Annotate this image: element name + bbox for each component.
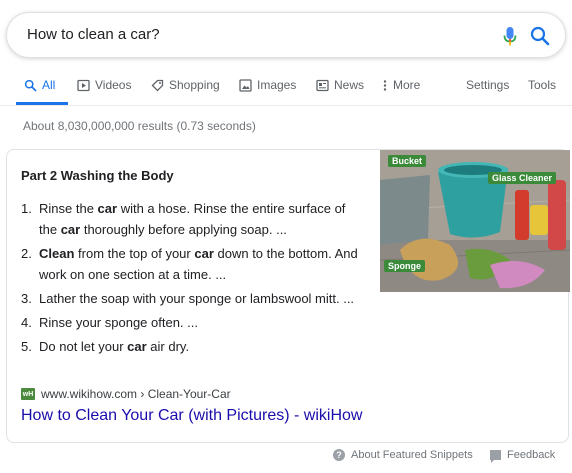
highlighted-term: car — [127, 339, 147, 354]
step-text: Clean from the top of your car down to t… — [21, 243, 361, 285]
tag-icon — [151, 79, 164, 92]
help-icon: ? — [333, 449, 345, 461]
search-tabs: All Videos Shopping Images News More Set… — [0, 70, 572, 106]
tab-videos[interactable]: Videos — [77, 78, 131, 104]
tab-news[interactable]: News — [316, 78, 364, 104]
step-text-segment: thoroughly before applying soap. ... — [80, 222, 287, 237]
step-text: Do not let your car air dry. — [21, 336, 361, 357]
wikihow-favicon: wH — [21, 388, 35, 400]
about-featured-snippets[interactable]: ? About Featured Snippets — [333, 447, 473, 463]
highlighted-term: car — [194, 246, 214, 261]
tab-label: All — [42, 78, 56, 92]
step-text-segment: Lather the soap with your sponge or lamb… — [39, 291, 355, 306]
snippet-image[interactable]: Bucket Glass Cleaner Sponge — [380, 150, 570, 292]
step-number: 5. — [21, 339, 32, 354]
tools-link[interactable]: Tools — [528, 78, 556, 104]
snippet-title: Part 2 Washing the Body — [21, 168, 174, 183]
step-number: 3. — [21, 291, 32, 306]
settings-label: Settings — [466, 78, 510, 92]
step-text-segment: Do not let your — [39, 339, 128, 354]
snippet-step: 3. Lather the soap with your sponge or la… — [21, 288, 361, 309]
highlighted-term: Clean — [39, 246, 75, 261]
step-number: 1. — [21, 201, 32, 216]
tab-images[interactable]: Images — [239, 78, 296, 104]
tab-label: Shopping — [169, 78, 220, 92]
step-text: Rinse your sponge often. ... — [21, 312, 361, 333]
snippet-step: 4. Rinse your sponge often. ... — [21, 312, 361, 333]
feedback-link[interactable]: Feedback — [490, 447, 555, 463]
highlighted-term: car — [97, 201, 118, 216]
result-stats: About 8,030,000,000 results (0.73 second… — [23, 119, 256, 133]
search-input[interactable]: How to clean a car? — [27, 26, 160, 43]
tab-label: Images — [257, 78, 297, 92]
search-box[interactable]: How to clean a car? — [6, 12, 566, 58]
tabs-divider — [0, 105, 572, 106]
tab-label: More — [393, 78, 421, 92]
tab-all[interactable]: All — [24, 78, 55, 104]
snippet-step: 2. Clean from the top of your car down to… — [21, 243, 361, 285]
step-text: Rinse the car with a hose. Rinse the ent… — [21, 198, 361, 240]
tab-shopping[interactable]: Shopping — [151, 78, 220, 104]
step-text: Lather the soap with your sponge or lamb… — [21, 288, 361, 309]
step-text-segment: from the top of your — [74, 246, 195, 261]
snippet-step: 1. Rinse the car with a hose. Rinse the e… — [21, 198, 361, 240]
image-icon — [239, 79, 252, 92]
tab-label: News — [334, 78, 365, 92]
microphone-icon[interactable] — [503, 26, 517, 48]
image-label-sponge: Sponge — [384, 260, 425, 272]
tab-label: Videos — [95, 78, 132, 92]
news-icon — [316, 79, 329, 92]
about-featured-snippets-label: About Featured Snippets — [351, 449, 473, 461]
search-icon[interactable] — [529, 25, 551, 47]
snippet-steps-list: 1. Rinse the car with a hose. Rinse the e… — [21, 198, 361, 360]
featured-snippet-card: Part 2 Washing the Body 1. Rinse the car … — [6, 149, 570, 443]
highlighted-term: car — [60, 222, 81, 237]
feedback-icon — [490, 450, 501, 463]
step-number: 4. — [21, 315, 32, 330]
result-title-link[interactable]: How to Clean Your Car (with Pictures) - … — [21, 407, 362, 425]
source-row: wH www.wikihow.com › Clean-Your-Car — [21, 386, 231, 402]
step-text-segment: Rinse the — [39, 201, 98, 216]
tools-label: Tools — [528, 78, 557, 92]
snippet-step: 5. Do not let your car air dry. — [21, 336, 361, 357]
settings-link[interactable]: Settings — [466, 78, 509, 104]
step-text-segment: Rinse your sponge often. ... — [39, 315, 198, 330]
step-number: 2. — [21, 246, 32, 261]
step-text-segment: air dry. — [146, 339, 190, 354]
image-label-bucket: Bucket — [388, 155, 427, 167]
tab-more[interactable]: More — [382, 78, 420, 104]
source-url[interactable]: www.wikihow.com › Clean-Your-Car — [41, 387, 231, 401]
video-icon — [77, 79, 90, 92]
search-icon — [24, 79, 37, 92]
feedback-label: Feedback — [507, 449, 556, 461]
more-vertical-icon — [382, 79, 388, 92]
image-label-glass-cleaner: Glass Cleaner — [488, 172, 557, 184]
